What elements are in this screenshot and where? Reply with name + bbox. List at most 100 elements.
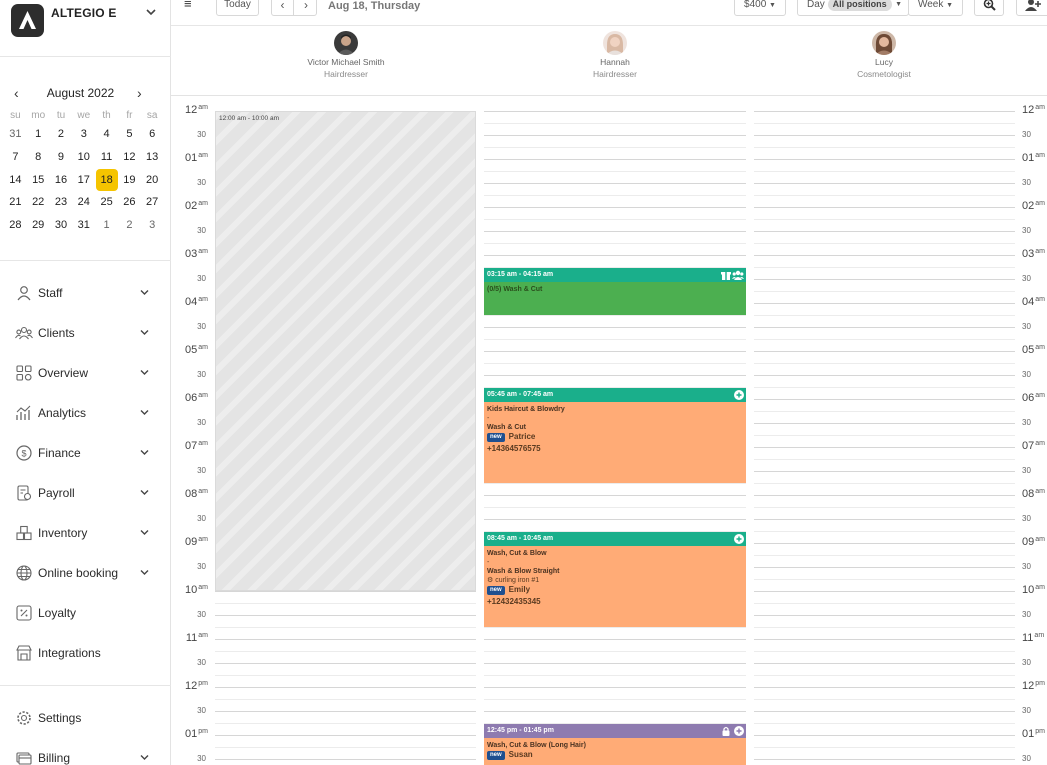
- plus-circle-icon[interactable]: [734, 390, 744, 400]
- weekday-label: th: [102, 109, 111, 121]
- calendar-day[interactable]: 2: [50, 123, 73, 146]
- appointment-body: Wash, Cut & Blow - Wash & Blow Straight …: [484, 546, 746, 627]
- day-number: 11: [100, 151, 113, 164]
- resource-name: curling iron #1: [495, 577, 540, 584]
- calendar-day[interactable]: 23: [50, 191, 73, 214]
- calendar-day[interactable]: 26: [118, 191, 141, 214]
- time-slot-line: [754, 399, 1015, 400]
- calendar-day[interactable]: 29: [27, 214, 50, 237]
- calendar-day[interactable]: 14: [4, 168, 27, 191]
- staff-column-header[interactable]: Hannah Hairdresser: [530, 31, 700, 79]
- calendar-day[interactable]: 12: [118, 146, 141, 169]
- calendar-day[interactable]: 25: [95, 191, 118, 214]
- revenue-dropdown[interactable]: $400 ▼: [734, 0, 786, 16]
- week-view-dropdown[interactable]: Week ▼: [908, 0, 963, 16]
- caret-down-icon: ▼: [769, 2, 776, 9]
- sidebar-item-loyalty[interactable]: Loyalty: [15, 602, 155, 624]
- sidebar-item-analytics[interactable]: Analytics: [15, 402, 155, 424]
- prev-day-icon[interactable]: ‹: [272, 0, 294, 15]
- calendar-day[interactable]: 31: [72, 214, 95, 237]
- time-slot-line: [484, 651, 746, 652]
- day-number: 7: [12, 151, 19, 164]
- hour-number: 05: [185, 344, 198, 356]
- appointment-card[interactable]: 08:45 am - 10:45 am Wash, Cut & Blow - W…: [484, 532, 746, 627]
- calendar-day[interactable]: 21: [4, 191, 27, 214]
- sidebar-item-settings[interactable]: Settings: [15, 707, 155, 729]
- time-slot-line: [754, 555, 1015, 556]
- calendar-day[interactable]: 4: [95, 123, 118, 146]
- company-switcher[interactable]: ALTEGIO E: [11, 4, 161, 38]
- sidebar-item-finance[interactable]: $ Finance: [15, 442, 155, 464]
- blocked-time-range: 12:00 am - 10:00 am: [219, 115, 279, 122]
- time-slot-line: [484, 675, 746, 676]
- calendar-day[interactable]: 30: [50, 214, 73, 237]
- calendar-day[interactable]: 6: [141, 123, 164, 146]
- hour-suffix: am: [198, 248, 208, 255]
- date-nav-group: ‹ ›: [271, 0, 317, 16]
- half-hour-label: 30: [1022, 178, 1031, 187]
- calendar-day[interactable]: 1: [27, 123, 50, 146]
- calendar-day[interactable]: 16: [50, 168, 73, 191]
- calendar-day[interactable]: 1: [95, 214, 118, 237]
- calendar-day[interactable]: 3: [72, 123, 95, 146]
- time-slot-line: [754, 747, 1015, 748]
- next-month-icon[interactable]: ›: [137, 85, 142, 101]
- caret-down-icon: ▼: [895, 1, 902, 8]
- calendar-day[interactable]: 2: [118, 214, 141, 237]
- sidebar-item-online-booking[interactable]: Online booking: [15, 562, 155, 584]
- calendar-day[interactable]: 24: [72, 191, 95, 214]
- blocked-time-slot[interactable]: 12:00 am - 10:00 am: [215, 111, 476, 591]
- hour-suffix: am: [1035, 152, 1045, 159]
- calendar-day[interactable]: 11: [95, 146, 118, 169]
- sidebar-item-integrations[interactable]: Integrations: [15, 642, 155, 664]
- staff-column-header[interactable]: Victor Michael Smith Hairdresser: [261, 31, 431, 79]
- zoom-button[interactable]: [974, 0, 1004, 16]
- plus-circle-icon[interactable]: [734, 534, 744, 544]
- time-slot-line: [754, 243, 1015, 244]
- time-slot-line: [754, 147, 1015, 148]
- time-slot-line: [754, 303, 1015, 304]
- calendar-day[interactable]: 17: [72, 168, 95, 191]
- day-number: 8: [35, 151, 42, 164]
- day-number: 25: [100, 196, 113, 209]
- calendar-day[interactable]: 9: [50, 146, 73, 169]
- calendar-day[interactable]: 31: [4, 123, 27, 146]
- calendar-day[interactable]: 15: [27, 168, 50, 191]
- sidebar-item-billing[interactable]: Billing: [15, 747, 155, 765]
- next-day-icon[interactable]: ›: [295, 0, 317, 15]
- view-position-filter[interactable]: Day All positions ▼: [797, 0, 909, 16]
- sidebar-item-payroll[interactable]: Payroll: [15, 482, 155, 504]
- billing-icon: [15, 749, 33, 765]
- staff-column-header[interactable]: Lucy Cosmetologist: [799, 31, 969, 79]
- appointment-card[interactable]: 05:45 am - 07:45 am Kids Haircut & Blowd…: [484, 388, 746, 483]
- resource-line: ⚙ curling iron #1: [487, 576, 743, 585]
- hour-suffix: am: [1035, 200, 1045, 207]
- sidebar-item-clients[interactable]: Clients: [15, 322, 155, 344]
- calendar-day[interactable]: 28: [4, 214, 27, 237]
- hour-number: 02: [1022, 200, 1035, 212]
- add-staff-button[interactable]: [1016, 0, 1047, 16]
- calendar-day[interactable]: 7: [4, 146, 27, 169]
- sidebar-item-inventory[interactable]: Inventory: [15, 522, 155, 544]
- time-slot-line: [754, 171, 1015, 172]
- plus-circle-icon[interactable]: [734, 726, 744, 736]
- calendar-day-selected[interactable]: 18: [95, 168, 118, 191]
- calendar-day[interactable]: 22: [27, 191, 50, 214]
- hour-label: 10am: [1022, 584, 1047, 596]
- calendar-day[interactable]: 10: [72, 146, 95, 169]
- calendar-day[interactable]: 5: [118, 123, 141, 146]
- calendar-day[interactable]: 8: [27, 146, 50, 169]
- calendar-day[interactable]: 13: [141, 146, 164, 169]
- appointment-card[interactable]: 03:15 am - 04:15 am (0/5) Wash & Cut: [484, 268, 746, 315]
- hour-suffix: am: [198, 200, 208, 207]
- today-button[interactable]: Today: [216, 0, 259, 16]
- sidebar-item-overview[interactable]: Overview: [15, 362, 155, 384]
- calendar-day[interactable]: 19: [118, 168, 141, 191]
- appointment-card[interactable]: 12:45 pm - 01:45 pm Wash, Cut & Blow (Lo…: [484, 724, 746, 765]
- day-number: 10: [77, 151, 90, 164]
- sidebar-item-staff[interactable]: Staff: [15, 282, 155, 304]
- hamburger-menu-icon[interactable]: ≡: [184, 0, 192, 11]
- calendar-day[interactable]: 27: [141, 191, 164, 214]
- calendar-day[interactable]: 20: [141, 168, 164, 191]
- calendar-day[interactable]: 3: [141, 214, 164, 237]
